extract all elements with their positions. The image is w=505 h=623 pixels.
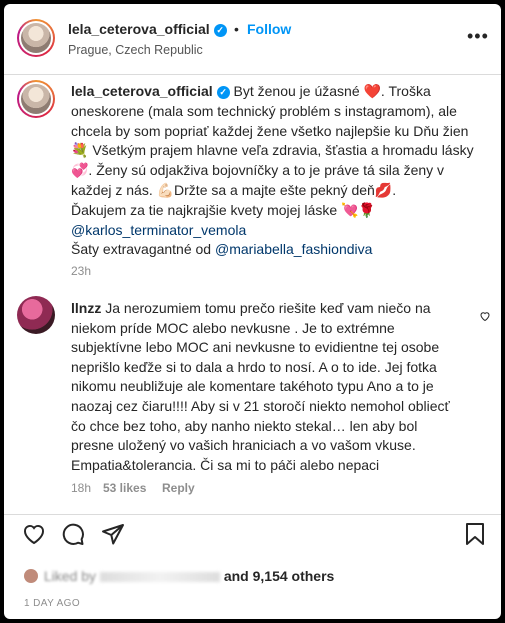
likes-count[interactable]: and 9,154 others	[224, 568, 335, 584]
verified-icon: ✓	[216, 86, 230, 99]
comment-icon[interactable]	[61, 522, 85, 551]
post-caption: lela_ceterova_official ✓ Byt ženou je úža…	[71, 82, 476, 260]
location-link[interactable]: Prague, Czech Republic	[68, 43, 203, 57]
blurred-names	[99, 572, 220, 582]
follow-button[interactable]: Follow	[247, 21, 291, 37]
paper-plane-icon[interactable]	[101, 522, 125, 551]
comment-likes[interactable]: 53 likes	[103, 481, 146, 495]
likes-summary[interactable]: Liked by and 9,154 others	[24, 568, 334, 584]
comment-time[interactable]: 18h	[71, 481, 91, 495]
commenter-username[interactable]: llnzz	[71, 300, 101, 316]
caption-thanks: Ďakujem za tie najkrajšie kvety mojej lá…	[71, 201, 376, 218]
author-username[interactable]: lela_ceterova_official ✓	[68, 21, 227, 37]
liked-by-text: Liked by	[43, 568, 97, 584]
verified-icon: ✓	[213, 24, 227, 37]
post-date[interactable]: 1 DAY AGO	[24, 598, 80, 609]
reply-button[interactable]: Reply	[162, 481, 195, 495]
comment-body: llnzz Ja nerozumiem tomu prečo riešite k…	[71, 299, 456, 475]
caption-text: Byt ženou je úžasné ❤️. Troška oneskoren…	[71, 83, 474, 198]
caption-avatar[interactable]	[17, 80, 55, 118]
caption-username[interactable]: lela_ceterova_official	[71, 83, 213, 99]
more-options-icon[interactable]: •••	[467, 26, 489, 47]
mention-karlos[interactable]: @karlos_terminator_vemola	[71, 222, 246, 238]
liker-avatar[interactable]	[24, 569, 38, 583]
commenter-avatar[interactable]	[17, 296, 55, 334]
mention-mariabella[interactable]: @mariabella_fashiondiva	[215, 241, 372, 257]
caption-dress: Šaty extravagantné od	[71, 241, 215, 258]
caption-time[interactable]: 23h	[71, 264, 91, 278]
post-panel: lela_ceterova_official ✓ • Follow Prague,…	[4, 4, 501, 619]
author-avatar[interactable]	[17, 19, 55, 57]
post-header: lela_ceterova_official ✓ • Follow Prague,…	[4, 4, 501, 75]
bookmark-icon[interactable]	[464, 522, 486, 551]
comment-like-icon[interactable]	[479, 309, 491, 327]
header-separator: •	[234, 21, 239, 37]
author-username-text[interactable]: lela_ceterova_official	[68, 21, 210, 37]
comment-text: Ja nerozumiem tomu prečo riešite keď vam…	[71, 300, 450, 473]
heart-icon[interactable]	[22, 522, 46, 551]
